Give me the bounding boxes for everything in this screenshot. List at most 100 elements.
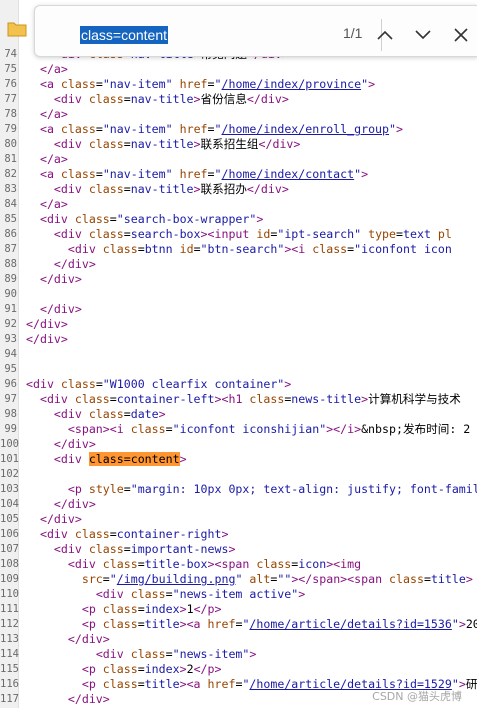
line-text: <div class=container-left><h1 class=news…	[39, 392, 461, 406]
line-text: <div class=nav-title>联系招生组</div>	[53, 137, 301, 151]
line-text: </div>	[39, 302, 82, 316]
line-number: 114	[0, 648, 19, 660]
source-code-view[interactable]: 74 <div class=nav-title>常见问题</div>75 </a…	[0, 47, 477, 707]
line-text: <p class=title><a href="/home/article/de…	[81, 617, 477, 631]
line-number: 100	[0, 438, 19, 450]
line-text: <div class=btnn id="btn-search"><i class…	[67, 242, 452, 256]
line-text: <div class=nav-title>省份信息</div>	[53, 92, 289, 106]
code-line: 105 </div>	[0, 512, 477, 527]
line-text: <a class="nav-item" href="/home/index/co…	[39, 167, 369, 181]
source-link[interactable]: /home/index/enroll_group	[222, 122, 390, 136]
code-line: 89 </div>	[0, 272, 477, 287]
code-line: 98 <div class=date>	[0, 407, 477, 422]
folder-icon[interactable]	[7, 21, 27, 37]
line-number: 112	[0, 618, 19, 630]
code-line: 77 <div class=nav-title>省份信息</div>	[0, 92, 477, 107]
line-number: 115	[0, 663, 19, 675]
line-number: 90	[4, 288, 17, 300]
chevron-down-icon	[415, 30, 431, 40]
line-number: 103	[0, 483, 19, 495]
code-line: 107 <div class=important-news>	[0, 542, 477, 557]
line-text: </a>	[39, 107, 68, 121]
line-number: 111	[0, 603, 19, 615]
watermark: CSDN @猫头虎博	[372, 690, 462, 703]
source-link[interactable]: /home/index/province	[222, 77, 362, 91]
code-line: 88 </div>	[0, 257, 477, 272]
source-link[interactable]: /home/index/contact	[222, 167, 355, 181]
source-link[interactable]: /home/article/details?id=1536	[249, 617, 451, 631]
line-text: <a class="nav-item" href="/home/index/pr…	[39, 77, 376, 91]
next-match-button[interactable]	[409, 20, 437, 50]
line-text: <div class=important-news>	[53, 542, 236, 556]
line-number: 77	[4, 93, 17, 105]
line-number: 85	[4, 213, 17, 225]
line-number: 108	[0, 558, 19, 570]
line-number: 92	[4, 318, 17, 330]
line-number: 84	[4, 198, 17, 210]
code-line: 78 </a>	[0, 107, 477, 122]
line-text: <span><i class="iconfont iconshijian"></…	[67, 422, 471, 436]
line-text: <div class=content>	[53, 452, 187, 466]
code-line: 96 <div class="W1000 clearfix container">	[0, 377, 477, 392]
line-number: 75	[4, 63, 17, 75]
line-number: 105	[0, 513, 19, 525]
line-number: 116	[0, 678, 19, 690]
line-number: 88	[4, 258, 17, 270]
line-number: 87	[4, 243, 17, 255]
code-line: 104 </div>	[0, 497, 477, 512]
code-line: 115 <p class=index>2</p>	[0, 662, 477, 677]
line-number: 113	[0, 633, 19, 645]
code-line: 86 <div class=search-box><input id="ipt-…	[0, 227, 477, 242]
line-number: 95	[4, 363, 17, 375]
chevron-up-icon	[377, 30, 393, 40]
close-find-button[interactable]	[447, 20, 475, 50]
line-text: <div class=date>	[53, 407, 166, 421]
line-text: </div>	[67, 692, 110, 706]
line-number: 86	[4, 228, 17, 240]
line-text: <div class="news-item active">	[95, 587, 306, 601]
close-icon	[454, 28, 468, 42]
code-line: 109 src="/img/building.png" alt=""></spa…	[0, 572, 477, 587]
code-line: 114 <div class="news-item">	[0, 647, 477, 662]
code-line: 87 <div class=btnn id="btn-search"><i cl…	[0, 242, 477, 257]
line-text: <div class="search-box-wrapper">	[39, 212, 264, 226]
code-line: 84 </a>	[0, 197, 477, 212]
line-text: </div>	[39, 512, 82, 526]
source-link[interactable]: /img/building.png	[117, 572, 236, 586]
line-text: <div class=nav-title>联系招办</div>	[53, 182, 289, 196]
line-number: 93	[4, 333, 17, 345]
previous-match-button[interactable]	[371, 20, 399, 50]
code-line: 100 </div>	[0, 437, 477, 452]
code-line: 90	[0, 287, 477, 302]
match-count: 1/1	[343, 25, 363, 41]
code-line: 106 <div class=container-right>	[0, 527, 477, 542]
line-number: 83	[4, 183, 17, 195]
line-number: 102	[0, 468, 19, 480]
find-panel: class=content 1/1	[34, 5, 477, 57]
line-number: 98	[4, 408, 17, 420]
code-line: 110 <div class="news-item active">	[0, 587, 477, 602]
line-text: <p style="margin: 10px 0px; text-align: …	[67, 482, 477, 496]
line-number: 96	[4, 378, 17, 390]
line-number: 107	[0, 543, 19, 555]
code-line: 103 <p style="margin: 10px 0px; text-ali…	[0, 482, 477, 497]
code-line: 108 <div class=title-box><span class=ico…	[0, 557, 477, 572]
line-text: <p class=index>1</p>	[81, 602, 222, 616]
line-text: <div class="W1000 clearfix container">	[26, 377, 292, 391]
search-match-highlight: class=content	[88, 452, 180, 466]
code-line: 113 </div>	[0, 632, 477, 647]
line-number: 97	[4, 393, 17, 405]
code-line: 91 </div>	[0, 302, 477, 317]
line-text: </div>	[67, 632, 110, 646]
line-number: 104	[0, 498, 19, 510]
line-number: 82	[4, 168, 17, 180]
code-line: 97 <div class=container-left><h1 class=n…	[0, 392, 477, 407]
line-number: 78	[4, 108, 17, 120]
line-number: 101	[0, 453, 19, 465]
find-input[interactable]: class=content	[80, 24, 330, 46]
line-text: </div>	[53, 257, 96, 271]
line-number: 110	[0, 588, 19, 600]
line-number: 99	[4, 423, 17, 435]
code-line: 76 <a class="nav-item" href="/home/index…	[0, 77, 477, 92]
line-number: 79	[4, 123, 17, 135]
